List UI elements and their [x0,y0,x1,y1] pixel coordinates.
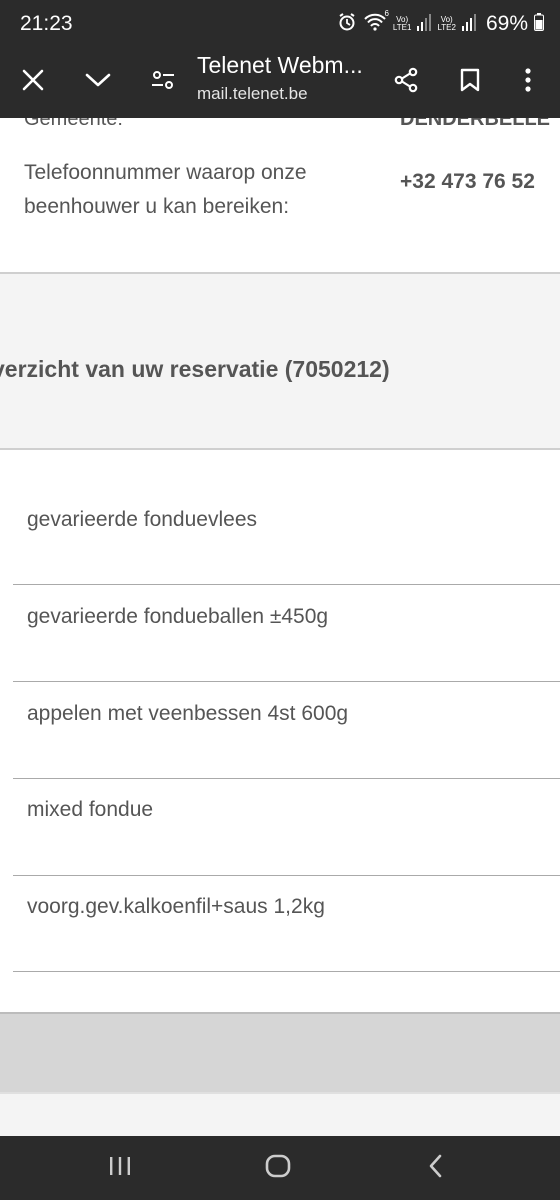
more-options-button[interactable] [506,60,550,104]
share-button[interactable] [384,60,428,104]
list-item: gevarieerde fondueballen ±450g [13,605,560,682]
list-item: voorg.gev.kalkoenfil+saus 1,2kg [13,895,560,972]
section-divider [0,448,560,450]
battery-percentage: 69% [485,12,528,35]
municipality-value: DENDERBELLE [400,118,551,130]
back-icon [428,1154,442,1183]
recent-apps-button[interactable] [90,1146,150,1190]
signal-icon-1 [417,13,432,36]
alarm-icon [337,12,357,37]
reservation-overview-header: verzicht van uw reservatie (7050212) [0,274,560,448]
list-item: mixed fondue [13,798,560,876]
status-icons: 6 Vo) LTE1 Vo) LTE2 69% [337,8,544,38]
share-icon [393,67,419,98]
close-button[interactable] [11,60,55,104]
phone-label: Telefoonnummer waarop onze beenhouwer u … [24,161,307,218]
chevron-down-icon [85,72,111,93]
home-button[interactable] [248,1146,308,1190]
email-content[interactable]: Gemeente: DENDERBELLE Telefoonnummer waa… [0,118,560,1136]
status-time: 21:23 [20,12,73,35]
close-icon [22,69,44,96]
list-item: appelen met veenbessen 4st 600g [13,702,560,779]
home-icon [265,1154,291,1183]
lte2-label: LTE2 [437,23,456,32]
tune-icon [151,69,175,96]
lte2-tag: Vo) LTE2 [437,16,456,32]
minimize-button[interactable] [76,60,120,104]
signal-icon-2 [461,13,476,36]
bookmark-icon [460,68,480,97]
bookmark-button[interactable] [448,60,492,104]
item-label: gevarieerde fondueballen ±450g [27,605,329,628]
lte1-tag: Vo) LTE1 [393,16,412,32]
recent-apps-icon [109,1156,131,1181]
list-item: gevarieerde fonduevlees [13,508,560,585]
municipality-label: Gemeente: [24,118,123,130]
item-label: voorg.gev.kalkoenfil+saus 1,2kg [27,895,325,918]
page-title: Telenet Webm... [197,52,363,78]
item-label: appelen met veenbessen 4st 600g [27,702,349,725]
custom-tab-toolbar: Telenet Webm... mail.telenet.be [0,50,560,118]
item-label: mixed fondue [27,798,154,821]
battery-icon [534,12,544,36]
lte1-label: LTE1 [392,23,412,32]
footer-light-band [0,1092,560,1136]
page-url: mail.telenet.be [197,84,308,103]
municipality-row: Gemeente: DENDERBELLE [24,118,550,131]
back-button[interactable] [405,1146,465,1190]
more-vert-icon [525,67,531,97]
system-nav-bar [0,1136,560,1200]
footer-band [0,1012,560,1092]
item-label: gevarieerde fonduevlees [27,508,257,531]
status-bar: 21:23 6 Vo) LTE1 Vo) LTE2 69% [0,0,560,50]
browser-top-bar: 21:23 6 Vo) LTE1 Vo) LTE2 69% Telenet We… [0,0,560,118]
page-settings-button[interactable] [141,60,185,104]
wifi-icon: 6 [363,8,389,37]
overview-title: verzicht van uw reservatie (7050212) [0,356,390,382]
wifi-tag: 6 [384,8,389,18]
phone-value[interactable]: +32 473 76 52 [400,170,535,194]
